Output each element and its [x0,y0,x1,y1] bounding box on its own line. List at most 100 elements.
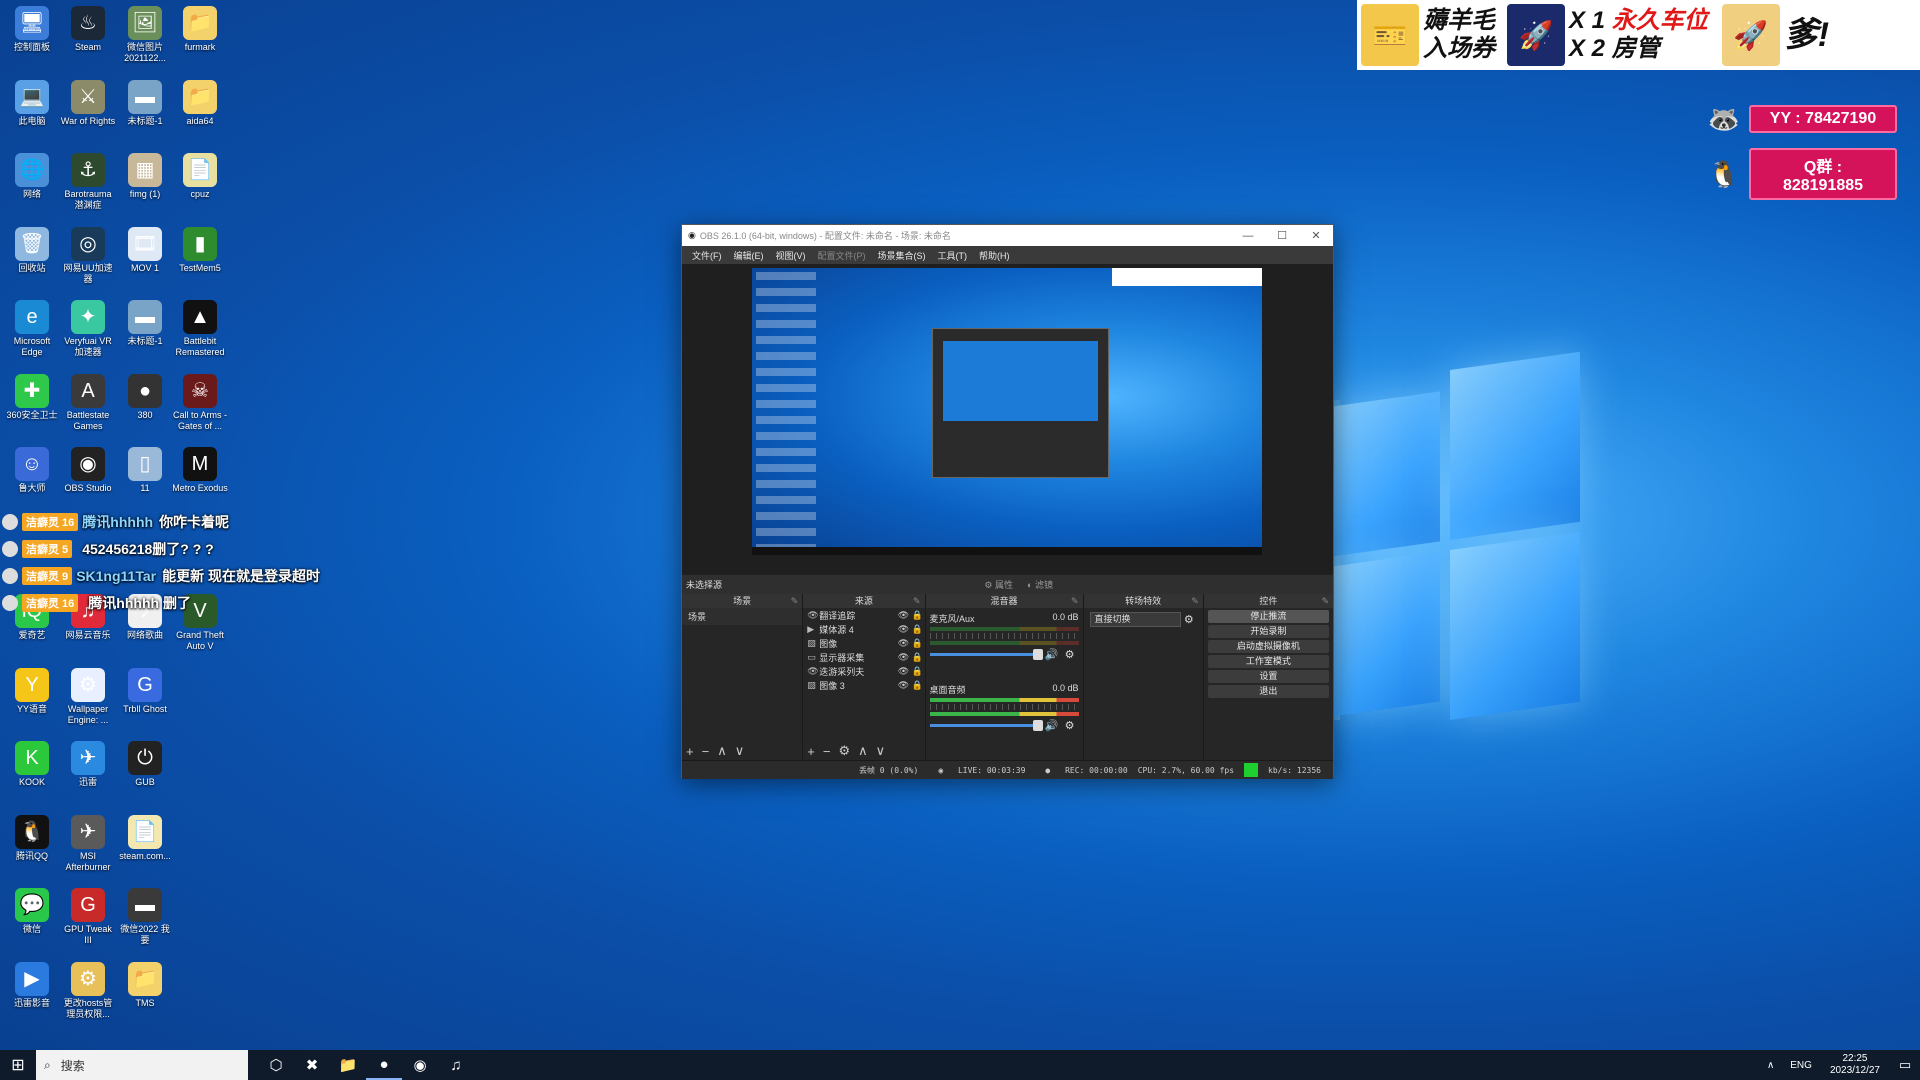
add-icon[interactable]: + [686,744,694,759]
obs-preview[interactable] [682,264,1333,574]
menu-item[interactable]: 文件(F) [692,249,722,262]
eye-icon[interactable]: 👁 [897,680,911,691]
control-button[interactable]: 停止推流 [1207,610,1329,623]
desktop-icon[interactable]: 🖥 控制面板 [4,6,60,64]
speaker-icon[interactable]: 🔊 [1043,648,1061,661]
source-item[interactable]: ▶ 媒体源 4 👁 🔒 [803,622,924,636]
dock-pin-icon[interactable]: ✎ [1191,594,1199,608]
desktop-icon[interactable]: 🖼 微信图片 2021122... [117,6,173,64]
control-button[interactable]: 设置 [1207,670,1329,683]
dock-pin-icon[interactable]: ✎ [913,594,921,608]
scene-item[interactable]: 场景 [682,608,803,625]
taskbar-app-icon[interactable]: ⬡ [258,1050,294,1080]
language-indicator[interactable]: ENG [1790,1060,1812,1071]
lock-icon[interactable]: 🔒 [911,666,925,677]
taskbar-app-icon[interactable]: ✖ [294,1050,330,1080]
desktop-icon[interactable]: ▬ 微信2022 我要 [117,888,173,946]
speaker-icon[interactable]: 🔊 [1043,719,1061,732]
desktop-icon[interactable]: ✈ 迅雷 [60,741,116,799]
notification-icon[interactable]: ▭ [1890,1057,1920,1073]
lock-icon[interactable]: 🔒 [911,610,925,621]
close-button[interactable]: ✕ [1299,229,1333,242]
desktop-icon[interactable]: 💻 此电脑 [4,79,60,138]
desktop-icon[interactable]: ⚙ Wallpaper Engine: ... [60,667,116,726]
search-box[interactable]: ⌕ 搜索 [36,1050,248,1080]
obs-window[interactable]: ◉ OBS 26.1.0 (64-bit, windows) - 配置文件: 未… [681,224,1334,779]
chevron-up-icon[interactable]: ∧ [1767,1060,1774,1071]
add-icon[interactable]: + [807,744,815,759]
volume-knob[interactable] [1032,649,1043,660]
source-item[interactable]: 👁 迭游采列夫 👁 🔒 [803,664,924,678]
eye-icon[interactable]: 👁 [897,666,911,677]
desktop-icon[interactable]: 🗑 回收站 [4,226,60,285]
desktop-icon[interactable]: ▬ 未标题-1 [117,79,173,138]
desktop-icon[interactable]: ⚔ War of Rights [60,79,116,138]
desktop-icon[interactable]: ✚ 360安全卫士 [4,373,60,432]
control-button[interactable]: 启动虚拟摄像机 [1207,640,1329,653]
menu-item[interactable]: 场景集合(S) [878,249,926,262]
control-button[interactable]: 工作室模式 [1207,655,1329,668]
down-icon[interactable]: ∨ [876,743,886,759]
desktop-icon[interactable]: ▶ 迅雷影音 [4,961,60,1020]
desktop-icon[interactable]: 📄 cpuz [172,153,228,211]
desktop-icon[interactable]: 💬 微信 [4,888,60,946]
maximize-button[interactable]: ☐ [1265,229,1299,242]
menu-item[interactable]: 配置文件(P) [818,249,866,262]
desktop-icon[interactable]: A Battlestate Games Launcher [60,373,116,432]
gear-icon[interactable]: ⚙ [1061,719,1079,732]
desktop-icon[interactable]: 🎞 MOV 1 [117,226,173,285]
menu-item[interactable]: 工具(T) [938,249,968,262]
volume-knob[interactable] [1032,720,1043,731]
desktop-icon[interactable]: ▬ 未标题-1 [117,300,173,358]
gear-icon[interactable]: ⚙ [1181,613,1197,626]
lock-icon[interactable]: 🔒 [911,652,925,663]
desktop-icon[interactable]: 📄 steam.com... [117,814,173,873]
desktop-icon[interactable]: ◎ 网易UU加速器 [60,226,116,285]
desktop-icon[interactable]: Y YY语音 [4,667,60,726]
gear-icon[interactable]: ⚙ [838,743,850,759]
gear-icon[interactable]: ⚙ [1061,648,1079,661]
source-item[interactable]: 👁 翻译追踪 👁 🔒 [803,608,924,622]
desktop-icon[interactable]: e Microsoft Edge [4,300,60,358]
remove-icon[interactable]: − [823,744,831,759]
desktop-icon[interactable]: ▮ TestMem5 [172,226,228,285]
desktop-icon[interactable]: ● 380 [117,373,173,432]
eye-icon[interactable]: 👁 [897,652,911,663]
source-item[interactable]: ▨ 图像 👁 🔒 [803,636,924,650]
minimize-button[interactable]: — [1231,230,1265,242]
down-icon[interactable]: ∨ [735,743,745,759]
eye-icon[interactable]: 👁 [897,610,911,621]
taskbar-app-icon[interactable]: ♫ [438,1050,474,1080]
desktop-icon[interactable]: ▦ fimg (1) [117,153,173,211]
desktop-icon[interactable]: ⚙ 更改hosts管 理员权限... [60,961,116,1020]
desktop-icon[interactable]: 📁 furmark [172,6,228,64]
volume-slider[interactable] [929,720,1043,731]
desktop-icon[interactable]: 🐧 腾讯QQ [4,814,60,873]
desktop-icon[interactable]: M Metro Exodus [172,447,228,505]
start-button[interactable]: ⊞ [0,1050,36,1080]
clock[interactable]: 22:25 2023/12/27 [1830,1053,1880,1077]
lock-icon[interactable]: 🔒 [911,638,925,649]
desktop-icon[interactable]: ☠ Call to Arms - Gates of ... [172,373,228,432]
desktop-icon[interactable]: 📁 TMS [117,961,173,1020]
filters-button[interactable]: ◐ 滤镜 [1027,578,1053,591]
menu-item[interactable]: 编辑(E) [734,249,764,262]
properties-button[interactable]: ⚙ 属性 [984,578,1013,591]
lock-icon[interactable]: 🔒 [911,680,925,691]
source-item[interactable]: ▭ 显示器采集 👁 🔒 [803,650,924,664]
up-icon[interactable]: ∧ [717,743,727,759]
menu-item[interactable]: 视图(V) [776,249,806,262]
desktop-icon[interactable]: K KOOK [4,741,60,799]
desktop-icon[interactable]: G Trbll Ghost [117,667,173,726]
desktop-icon[interactable]: ✦ Veryfuai VR 加速器 [60,300,116,358]
desktop-icon[interactable]: ⏻ GUB [117,741,173,799]
eye-icon[interactable]: 👁 [897,624,911,635]
dock-pin-icon[interactable]: ✎ [1071,594,1079,608]
control-button[interactable]: 开始录制 [1207,625,1329,638]
menu-item[interactable]: 帮助(H) [979,249,1010,262]
desktop-icon[interactable]: ▲ Battlebit Remastered [172,300,228,358]
taskbar-app-icon[interactable]: ◉ [402,1050,438,1080]
lock-icon[interactable]: 🔒 [911,624,925,635]
volume-slider[interactable] [929,649,1043,660]
desktop-icon[interactable]: ♨ Steam [60,6,116,64]
